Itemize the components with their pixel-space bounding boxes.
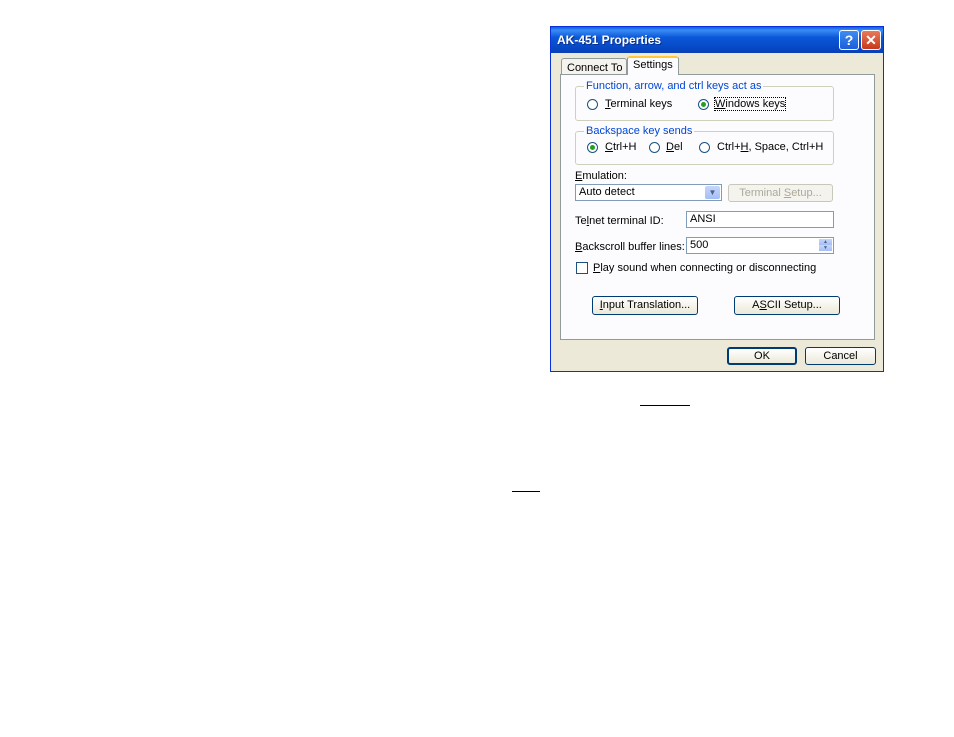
window-title: AK-451 Properties — [557, 33, 662, 47]
del-radio[interactable] — [649, 142, 660, 153]
backscroll-label: Backscroll buffer lines: — [575, 241, 685, 253]
function-keys-legend: Function, arrow, and ctrl keys act as — [584, 80, 764, 92]
backspace-group: Backspace key sends Ctrl+H Del Ctrl+H, S… — [575, 125, 834, 165]
tab-settings[interactable]: Settings — [627, 56, 679, 75]
close-icon[interactable]: ✕ — [861, 30, 881, 50]
play-sound-label[interactable]: Play sound when connecting or disconnect… — [593, 262, 816, 274]
help-icon[interactable]: ? — [839, 30, 859, 50]
ok-button[interactable]: OK — [727, 347, 797, 365]
windows-keys-label[interactable]: Windows keys — [713, 97, 787, 111]
properties-dialog: AK-451 Properties ? ✕ Connect To Setting… — [550, 26, 884, 372]
tab-connect-to[interactable]: Connect To — [561, 58, 627, 75]
underline-stroke — [512, 491, 540, 492]
ctrl-h-radio[interactable] — [587, 142, 598, 153]
telnet-id-value: ANSI — [690, 213, 716, 225]
terminal-keys-radio[interactable] — [587, 99, 598, 110]
ascii-setup-button[interactable]: ASCII Setup... — [734, 296, 840, 315]
emulation-label: Emulation: — [575, 170, 627, 182]
telnet-id-field[interactable]: ANSI — [686, 211, 834, 228]
title-bar[interactable]: AK-451 Properties ? ✕ — [551, 27, 883, 53]
settings-panel: Function, arrow, and ctrl keys act as Te… — [560, 74, 875, 340]
del-label[interactable]: Del — [666, 141, 683, 153]
spin-buttons[interactable]: ▲ ▼ — [819, 239, 832, 252]
chevron-down-icon[interactable]: ▼ — [705, 186, 720, 199]
terminal-setup-button[interactable]: Terminal Setup... — [728, 184, 833, 202]
backspace-legend: Backspace key sends — [584, 125, 695, 137]
telnet-id-label: Telnet terminal ID: — [575, 215, 664, 227]
function-keys-group: Function, arrow, and ctrl keys act as Te… — [575, 80, 834, 121]
input-translation-button[interactable]: Input Translation... — [592, 296, 698, 315]
ctrl-h-label[interactable]: Ctrl+H — [605, 141, 636, 153]
play-sound-checkbox[interactable] — [576, 262, 588, 274]
emulation-select[interactable]: Auto detect ▼ — [575, 184, 722, 201]
terminal-keys-label[interactable]: Terminal keys — [605, 98, 672, 110]
cancel-button[interactable]: Cancel — [805, 347, 876, 365]
backscroll-value: 500 — [690, 239, 709, 251]
windows-keys-radio[interactable] — [698, 99, 709, 110]
backscroll-stepper[interactable]: 500 ▲ ▼ — [686, 237, 834, 254]
emulation-value: Auto detect — [579, 186, 635, 198]
ctrl-h-space-label[interactable]: Ctrl+H, Space, Ctrl+H — [717, 141, 823, 153]
underline-stroke — [640, 405, 690, 406]
spin-down-icon[interactable]: ▼ — [819, 245, 832, 251]
ctrl-h-space-radio[interactable] — [699, 142, 710, 153]
